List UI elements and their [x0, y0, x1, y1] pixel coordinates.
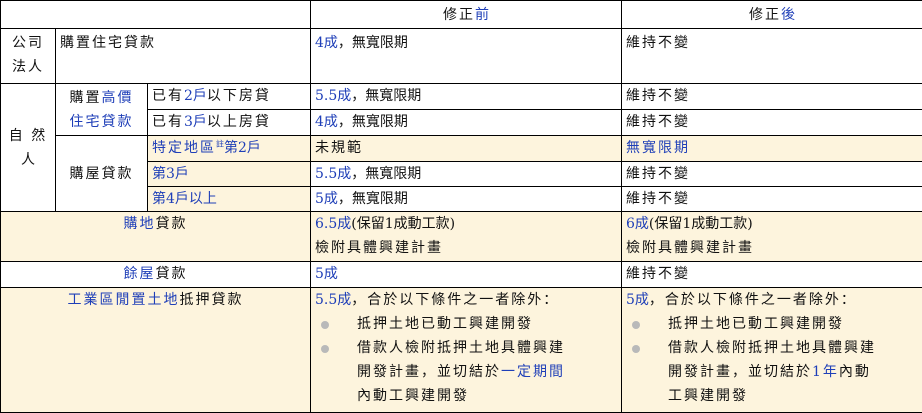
house-cond-3: 第4戶以上: [148, 187, 311, 212]
bullet-icon: [321, 345, 329, 353]
bullet-icon: [632, 321, 640, 329]
luxury-cond-2: 已有3戶以上房貸: [148, 110, 311, 136]
row-house-1: 購屋貸款 特定地區註第2戶 未規範 無寬限期: [1, 136, 922, 162]
idle-land-label: 工業區閒置土地抵押貸款: [1, 288, 311, 413]
list-item: 借款人檢附抵押土地具體興建: [315, 336, 617, 360]
row-land: 購地貸款 6.5成(保留1成動工款)檢附具體興建計畫 6成(保留1成動工款)檢附…: [1, 212, 922, 262]
idle-before: 5.5成，合於以下條件之一者除外： 抵押土地已動工興建開發 借款人檢附抵押土地具…: [311, 288, 622, 413]
surplus-before: 5成: [311, 262, 622, 288]
row-luxury-1: 自 然人 購置高價住宅貸款 已有2戶以下房貸 5.5成，無寬限期 維持不變: [1, 84, 922, 110]
idle-after-conditions: 抵押土地已動工興建開發 借款人檢附抵押土地具體興建: [626, 312, 918, 360]
header-item-cell: [1, 1, 311, 29]
luxury-after-2: 維持不變: [622, 110, 922, 136]
house-after-2: 維持不變: [622, 162, 922, 187]
surplus-label: 餘屋貸款: [1, 262, 311, 288]
corp-label: 公司法人: [1, 29, 56, 84]
surplus-after: 維持不變: [622, 262, 922, 288]
row-surplus: 餘屋貸款 5成 維持不變: [1, 262, 922, 288]
luxury-before-2: 4成，無寬限期: [311, 110, 622, 136]
header-before: 修正前: [311, 1, 622, 29]
list-item: 抵押土地已動工興建開發: [315, 312, 617, 336]
row-corporate: 公司法人 購置住宅貸款 4成，無寬限期 維持不變: [1, 29, 922, 84]
luxury-after-1: 維持不變: [622, 84, 922, 110]
bullet-icon: [321, 321, 329, 329]
house-before-3: 5成，無寬限期: [311, 187, 622, 212]
house-before-2: 5.5成，無寬限期: [311, 162, 622, 187]
luxury-label: 購置高價住宅貸款: [56, 84, 148, 136]
header-row: 修正前 修正後: [1, 1, 922, 29]
list-item: 借款人檢附抵押土地具體興建: [626, 336, 918, 360]
land-after: 6成(保留1成動工款)檢附具體興建計畫: [622, 212, 922, 262]
corp-item: 購置住宅貸款: [56, 29, 311, 84]
header-after: 修正後: [622, 1, 922, 29]
house-cond-1: 特定地區註第2戶: [148, 136, 311, 162]
house-loan-label: 購屋貸款: [56, 136, 148, 212]
land-label: 購地貸款: [1, 212, 311, 262]
idle-before-conditions: 抵押土地已動工興建開發 借款人檢附抵押土地具體興建: [315, 312, 617, 360]
house-before-1: 未規範: [311, 136, 622, 162]
corp-before: 4成，無寬限期: [311, 29, 622, 84]
list-item: 抵押土地已動工興建開發: [626, 312, 918, 336]
bullet-icon: [632, 345, 640, 353]
house-after-1: 無寬限期: [622, 136, 922, 162]
row-idle-land: 工業區閒置土地抵押貸款 5.5成，合於以下條件之一者除外： 抵押土地已動工興建開…: [1, 288, 922, 413]
house-cond-2: 第3戶: [148, 162, 311, 187]
luxury-cond-1: 已有2戶以下房貸: [148, 84, 311, 110]
idle-after: 5成，合於以下條件之一者除外： 抵押土地已動工興建開發 借款人檢附抵押土地具體興…: [622, 288, 922, 413]
land-before: 6.5成(保留1成動工款)檢附具體興建計畫: [311, 212, 622, 262]
house-after-3: 維持不變: [622, 187, 922, 212]
corp-after: 維持不變: [622, 29, 922, 84]
ltv-regulation-table: 修正前 修正後 公司法人 購置住宅貸款 4成，無寬限期 維持不變 自 然人 購置…: [0, 0, 922, 413]
natural-person-label: 自 然人: [1, 84, 56, 212]
luxury-before-1: 5.5成，無寬限期: [311, 84, 622, 110]
